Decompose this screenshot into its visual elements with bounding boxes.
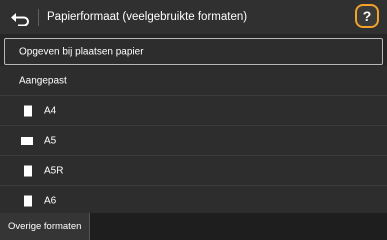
list-item-specify-when-loading[interactable]: Opgeven bij plaatsen papier bbox=[4, 38, 383, 65]
list-item-label: Aangepast bbox=[19, 75, 67, 86]
landscape-paper-icon bbox=[21, 136, 33, 145]
list-item-label: Opgeven bij plaatsen papier bbox=[19, 46, 144, 57]
back-button[interactable] bbox=[8, 9, 30, 27]
portrait-paper-icon bbox=[24, 195, 32, 206]
list-item-label: A6 bbox=[44, 195, 57, 206]
list-item-a5r[interactable]: A5R bbox=[0, 156, 387, 186]
page-title: Papierformaat (veelgebruikte formaten) bbox=[47, 11, 248, 23]
list-item-label: A4 bbox=[44, 105, 57, 116]
top-bar: Papierformaat (veelgebruikte formaten) ? bbox=[0, 0, 387, 34]
other-sizes-button[interactable]: Overige formaten bbox=[0, 213, 91, 240]
list-item-custom[interactable]: Aangepast bbox=[0, 66, 387, 96]
list-item-label: A5 bbox=[44, 135, 57, 146]
bottom-bar: Overige formaten bbox=[0, 213, 387, 240]
portrait-paper-icon bbox=[24, 105, 32, 116]
list-item-a5[interactable]: A5 bbox=[0, 126, 387, 156]
back-arrow-icon bbox=[11, 13, 29, 27]
header-divider bbox=[38, 9, 39, 26]
screen: Papierformaat (veelgebruikte formaten) ?… bbox=[0, 0, 387, 240]
list-item-label: A5R bbox=[44, 165, 64, 176]
paper-size-list: Opgeven bij plaatsen papier Aangepast A4… bbox=[0, 36, 387, 216]
portrait-paper-icon bbox=[24, 165, 32, 176]
list-item-a6[interactable]: A6 bbox=[0, 186, 387, 216]
list-item-a4[interactable]: A4 bbox=[0, 96, 387, 126]
help-button[interactable]: ? bbox=[355, 4, 379, 28]
